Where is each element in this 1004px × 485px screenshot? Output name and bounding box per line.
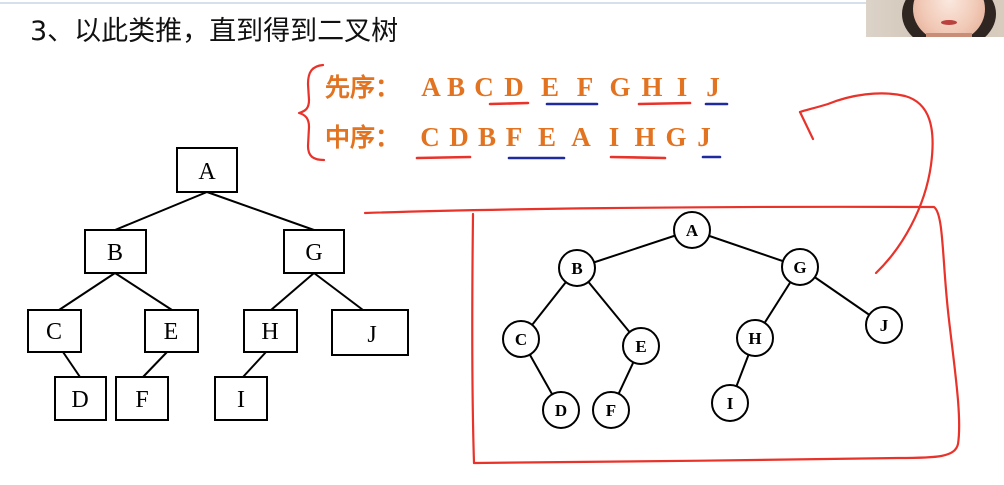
preorder-letter: G [609,72,630,102]
tree-edge [114,191,208,231]
tree-node-circle: I [711,384,749,422]
enclosing-outline-left [471,212,476,465]
preorder-letter: E [541,72,559,102]
tree-node-label: H [748,329,761,348]
tree-edge [142,351,168,378]
preorder-letter: C [474,72,494,102]
tree-node-circle: J [865,306,903,344]
tree-node-box: J [331,309,409,356]
presenter-neck [926,33,972,37]
tree-node-label: E [164,319,179,345]
tree-node-circle: H [736,319,774,357]
preorder-letter: I [677,72,688,102]
tree-node-box: E [144,309,199,353]
circle-binary-tree: A B G C E H J D F I [502,211,903,429]
inorder-underline-red [415,155,472,160]
tree-node-circle: F [592,391,630,429]
tree-node-label: G [793,258,806,277]
tree-node-label: I [727,394,734,413]
preorder-letter: A [421,72,441,102]
inorder-row: 中序： C D B F E A I H G J [325,122,722,160]
tree-node-label: D [71,387,88,413]
tree-node-label: B [571,259,582,278]
tree-edge [62,351,81,378]
inorder-letter: F [506,122,523,152]
tree-node-circle: C [502,320,540,358]
tree-node-box: B [84,229,147,274]
tree-node-label: J [367,322,376,348]
tree-node-circle: E [622,327,660,365]
tree-edge [270,272,315,311]
inorder-letter: B [478,122,496,152]
tree-node-label: C [46,319,62,345]
tree-edge [242,351,267,378]
tree-edge [58,272,116,311]
presenter-mouth [941,20,957,25]
preorder-letter: F [577,72,594,102]
tree-edge [206,191,315,231]
preorder-letter: D [504,72,524,102]
inorder-underline-red [609,155,667,160]
presenter-face [913,0,985,37]
tree-node-label: F [606,401,616,420]
tree-node-box: G [283,229,345,274]
slide-canvas: 3、以此类推，直到得到二叉树 先序： A B C D E F G H I J 中… [0,2,961,465]
tree-edge [313,272,364,311]
tree-node-box: C [27,309,82,353]
preorder-letter: J [706,72,720,102]
preorder-underline-red [637,101,692,106]
tree-node-circle: B [558,249,596,287]
preorder-underline-red [488,101,530,106]
tree-node-label: A [686,221,699,240]
tree-node-label: B [107,240,123,266]
preorder-row: 先序： A B C D E F G H I J [325,72,729,106]
inorder-letter: J [697,122,711,152]
inorder-letter: I [609,122,620,152]
tree-node-label: E [635,337,646,356]
inorder-letter: E [538,122,556,152]
tree-node-circle: A [673,211,711,249]
tree-node-label: H [261,319,278,345]
slide-title: 3、以此类推，直到得到二叉树 [30,16,398,47]
tree-node-box: D [54,376,107,421]
tree-node-label: J [880,316,889,335]
inorder-letter: G [665,122,686,152]
inorder-label: 中序： [325,123,400,152]
box-binary-tree: A B G C E H J D F I [27,147,409,421]
curly-brace-annotation [297,63,326,162]
preorder-letter: H [641,72,662,102]
inorder-letter: H [634,122,655,152]
presenter-webcam [866,0,1004,37]
tree-edge [114,272,173,311]
tree-node-label: C [515,330,527,349]
tree-node-label: D [555,401,567,420]
inorder-letter: C [420,122,440,152]
tree-node-circle: G [781,248,819,286]
tree-node-label: I [237,387,245,413]
preorder-letter: B [447,72,465,102]
tree-node-label: A [198,159,216,185]
tree-node-box: H [243,309,298,353]
arrow-head [798,110,815,141]
tree-node-circle: D [542,391,580,429]
tree-node-box: A [176,147,238,193]
tree-node-label: F [135,387,148,413]
tree-node-box: I [214,376,268,421]
tree-node-label: G [305,240,322,266]
traversal-sequences: 先序： A B C D E F G H I J 中序： C D B F E A … [297,63,729,162]
preorder-label: 先序： [325,73,400,102]
tree-node-box: F [115,376,169,421]
curved-arrow [798,92,934,275]
inorder-letter: D [449,122,469,152]
inorder-letter: A [571,122,591,152]
